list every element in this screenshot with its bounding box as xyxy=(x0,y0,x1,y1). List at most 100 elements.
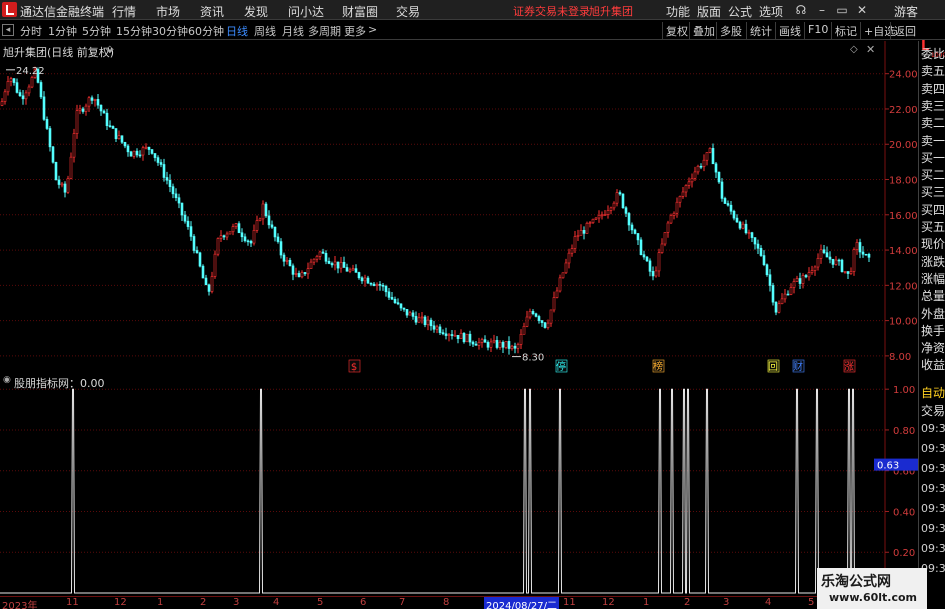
candle-body xyxy=(423,316,427,326)
event-marker[interactable]: 涨 xyxy=(843,359,856,373)
event-marker-label: 财 xyxy=(793,360,803,373)
adjust-price-button[interactable]: 复权 xyxy=(662,22,691,39)
minimize-icon[interactable]: – xyxy=(815,3,829,17)
collapse-left-icon[interactable]: ◂ xyxy=(2,24,14,36)
period-5min[interactable]: 5分钟 xyxy=(82,23,111,39)
y-tick-label: 8.00 xyxy=(889,352,911,363)
app-logo-icon xyxy=(2,2,17,17)
candle-body xyxy=(222,235,226,238)
candle-body xyxy=(693,171,697,179)
close-icon[interactable]: ✕ xyxy=(855,3,869,17)
candle-body xyxy=(858,242,862,253)
event-marker[interactable]: 回 xyxy=(767,359,780,373)
event-marker[interactable]: 财 xyxy=(792,359,805,373)
period-15min[interactable]: 15分钟 xyxy=(116,23,152,39)
menu-options[interactable]: 选项 xyxy=(759,3,783,20)
date-tick-label: 1 xyxy=(643,597,650,608)
candle-body xyxy=(810,270,814,273)
candle-body xyxy=(786,293,790,296)
watermark-title: 乐淘公式网 xyxy=(821,574,891,590)
candle-body xyxy=(396,302,400,305)
menu-market-quotes[interactable]: 行情 xyxy=(112,3,136,20)
overlay-button[interactable]: 叠加 xyxy=(689,22,718,39)
candle-body xyxy=(723,198,727,204)
candle-body xyxy=(186,220,190,227)
candle-body xyxy=(762,255,766,266)
candle-body xyxy=(720,181,724,199)
event-marker-label: 停 xyxy=(556,360,566,373)
period-daily[interactable]: 日线 xyxy=(226,23,248,39)
y-tick-label: 18.00 xyxy=(889,176,918,187)
draw-line-button[interactable]: 画线 xyxy=(775,22,804,39)
menu-discover[interactable]: 发现 xyxy=(244,3,268,20)
headset-icon[interactable]: ☊ xyxy=(794,3,808,17)
chart-settings-icon[interactable]: ⬙ xyxy=(106,44,114,55)
indicator-chart[interactable]: 1.000.800.600.400.200.63 xyxy=(0,374,918,596)
back-button[interactable]: 返回 xyxy=(890,22,919,39)
candle-body xyxy=(27,86,31,94)
guest-user[interactable]: 游客 xyxy=(894,3,918,20)
period-multi[interactable]: 多周期 xyxy=(308,23,341,39)
candlestick-chart[interactable]: 24.00 22.00 20.00 18.00 16.00 14.00 12.00 10.00… xyxy=(0,41,918,374)
menu-markets[interactable]: 市场 xyxy=(156,3,180,20)
menu-formula[interactable]: 公式 xyxy=(728,3,752,20)
candle-body xyxy=(300,272,304,278)
event-marker-label: 回 xyxy=(768,361,778,373)
event-marker[interactable]: $ xyxy=(348,359,361,373)
menu-ask-xiaoda[interactable]: 问小达 xyxy=(288,3,324,20)
candle-body xyxy=(243,236,247,242)
candle-body xyxy=(138,154,142,157)
candle-body xyxy=(633,229,637,234)
candle-body xyxy=(747,232,751,234)
candle-body xyxy=(453,334,457,337)
candle-body xyxy=(642,254,646,258)
candle-body xyxy=(780,298,784,305)
candle-body xyxy=(804,275,808,278)
candle-body xyxy=(702,159,706,167)
candle-body xyxy=(108,125,112,127)
y-tick-label: 12.00 xyxy=(889,281,918,292)
period-1min[interactable]: 1分钟 xyxy=(48,23,77,39)
login-notice[interactable]: 证券交易未登录 xyxy=(513,3,590,19)
more-arrow-icon[interactable]: > xyxy=(368,23,377,36)
panel-maximize-icon[interactable]: ◇ xyxy=(850,44,858,55)
event-marker[interactable]: 停 xyxy=(555,359,568,373)
quote-field-label: 换手 xyxy=(921,323,945,338)
period-monthly[interactable]: 月线 xyxy=(282,23,304,39)
period-30min[interactable]: 30分钟 xyxy=(152,23,188,39)
candle-body xyxy=(189,226,193,237)
period-60min[interactable]: 60分钟 xyxy=(188,23,224,39)
menu-trade[interactable]: 交易 xyxy=(396,3,420,20)
date-tick-label: 3 xyxy=(723,597,730,608)
period-weekly[interactable]: 周线 xyxy=(254,23,276,39)
candle-body xyxy=(855,242,859,250)
candle-body xyxy=(585,222,589,234)
candle-body xyxy=(819,249,823,259)
y-tick-label: 1.00 xyxy=(893,385,915,396)
multi-stock-button[interactable]: 多股 xyxy=(716,22,745,39)
restore-icon[interactable]: ▭ xyxy=(835,3,849,17)
menu-functions[interactable]: 功能 xyxy=(666,3,690,20)
period-more[interactable]: 更多 xyxy=(344,23,366,39)
event-marker[interactable]: 榜 xyxy=(652,359,665,373)
candle-body xyxy=(375,284,379,286)
candle-body xyxy=(417,317,421,323)
trade-tick-time: 09:36 xyxy=(921,502,945,515)
indicator-settings-icon[interactable]: ◉ xyxy=(3,375,11,385)
candle-body xyxy=(303,272,307,275)
menu-wealth-circle[interactable]: 财富圈 xyxy=(342,3,378,20)
mark-button[interactable]: 标记 xyxy=(831,22,860,39)
candle-body xyxy=(618,192,622,195)
period-intraday[interactable]: 分时 xyxy=(20,23,42,39)
menu-layout[interactable]: 版面 xyxy=(697,3,721,20)
statistics-button[interactable]: 统计 xyxy=(746,22,775,39)
quote-field-label: 总量 xyxy=(921,289,945,304)
menu-news[interactable]: 资讯 xyxy=(200,3,224,20)
date-tick-label: 7 xyxy=(399,597,406,608)
f10-button[interactable]: F10 xyxy=(804,22,831,39)
auto-toggle[interactable]: 自动 xyxy=(921,384,945,401)
panel-close-icon[interactable]: ✕ xyxy=(866,43,875,56)
candle-body xyxy=(450,334,454,336)
candle-body xyxy=(465,333,469,343)
candle-body xyxy=(51,146,55,163)
